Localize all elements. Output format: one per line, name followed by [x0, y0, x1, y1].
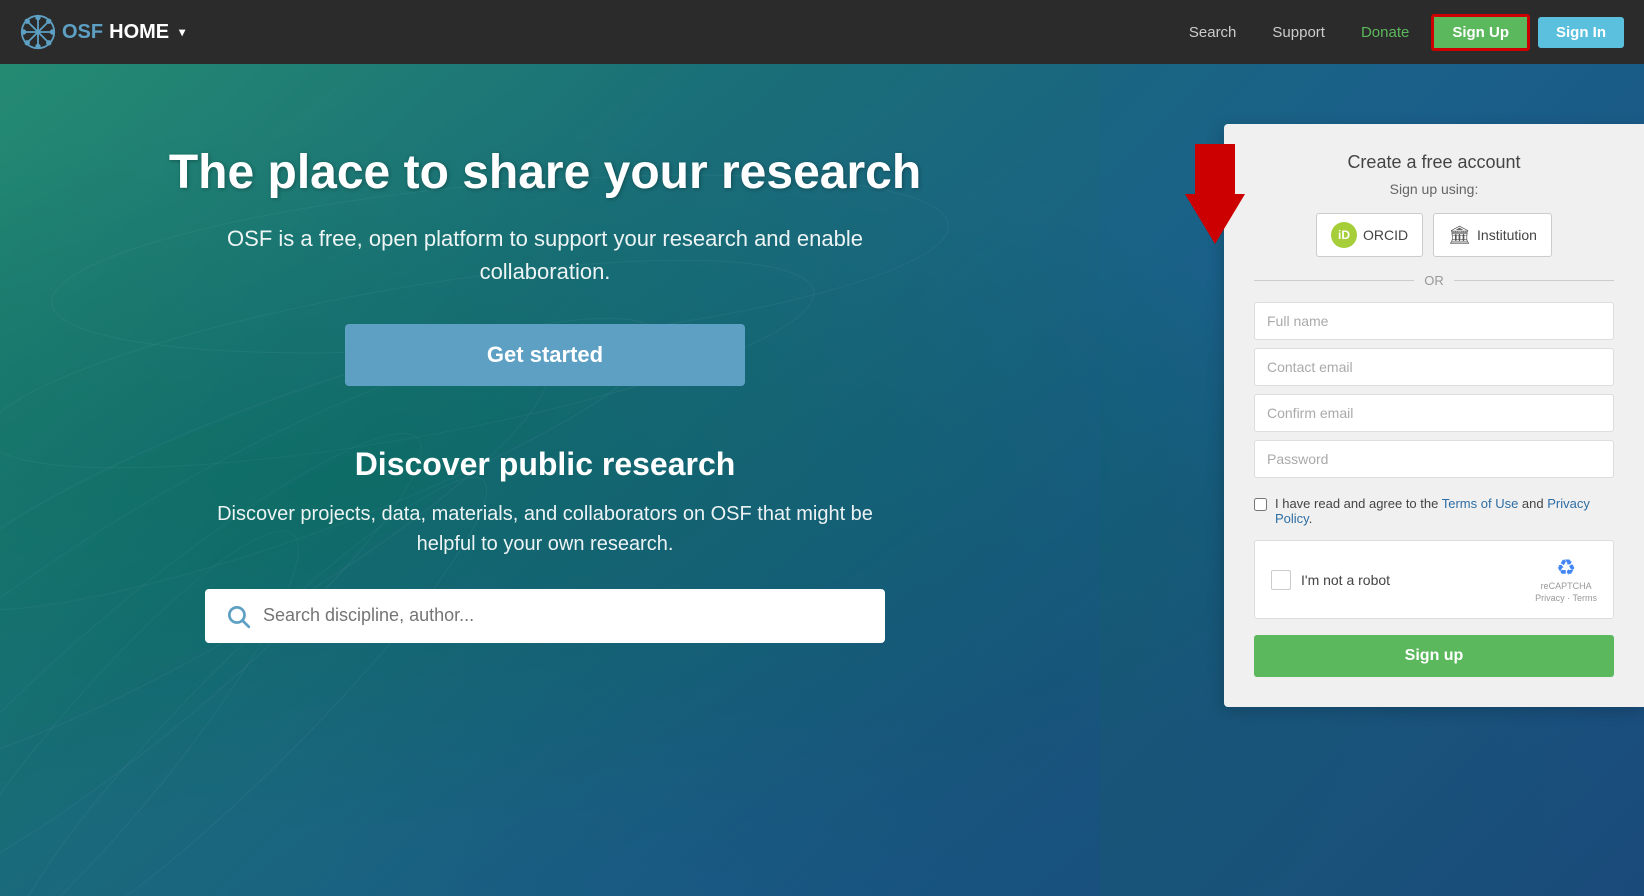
orcid-signup-button[interactable]: iD ORCID	[1316, 213, 1423, 257]
terms-checkbox[interactable]	[1254, 498, 1267, 511]
search-icon	[225, 603, 251, 629]
search-bar	[205, 589, 885, 643]
confirm-email-input[interactable]	[1254, 394, 1614, 432]
institution-icon: 🏛	[1448, 225, 1471, 246]
contact-email-input[interactable]	[1254, 348, 1614, 386]
terms-of-use-link[interactable]: Terms of Use	[1442, 496, 1519, 511]
signup-panel-title: Create a free account	[1254, 152, 1614, 173]
get-started-button[interactable]: Get started	[345, 324, 745, 386]
orcid-label: ORCID	[1363, 227, 1408, 243]
captcha-right: ♻ reCAPTCHA Privacy · Terms	[1535, 555, 1597, 604]
signup-panel-subtitle: Sign up using:	[1254, 181, 1614, 197]
full-name-input[interactable]	[1254, 302, 1614, 340]
recaptcha-brand-text: reCAPTCHA	[1541, 581, 1592, 593]
brand-caret-icon: ▾	[179, 25, 185, 39]
nav-support-link[interactable]: Support	[1258, 18, 1339, 47]
nav-links: Search Support Donate Sign Up Sign In	[1175, 14, 1624, 51]
password-input[interactable]	[1254, 440, 1614, 478]
terms-text: I have read and agree to the Terms of Us…	[1275, 496, 1614, 526]
nav-search-link[interactable]: Search	[1175, 18, 1251, 47]
hero-section: The place to share your research OSF is …	[0, 64, 1644, 896]
brand-osf: OSF	[62, 21, 103, 44]
nav-signup-button[interactable]: Sign Up	[1431, 14, 1530, 51]
red-arrow-annotation	[1185, 144, 1245, 249]
captcha-left: I'm not a robot	[1271, 570, 1390, 590]
search-input[interactable]	[263, 605, 865, 626]
nav-donate-link[interactable]: Donate	[1347, 18, 1423, 47]
signup-panel: Create a free account Sign up using: iD …	[1224, 124, 1644, 707]
hero-title: The place to share your research	[169, 144, 921, 202]
navbar: OSF HOME ▾ Search Support Donate Sign Up …	[0, 0, 1644, 64]
institution-label: Institution	[1477, 227, 1537, 243]
hero-subtitle: OSF is a free, open platform to support …	[195, 222, 895, 288]
institution-signup-button[interactable]: 🏛 Institution	[1433, 213, 1552, 257]
signup-methods: iD ORCID 🏛 Institution	[1254, 213, 1614, 257]
nav-signin-button[interactable]: Sign In	[1538, 17, 1624, 48]
osf-snowflake-icon	[20, 14, 56, 50]
or-divider: OR	[1254, 273, 1614, 288]
captcha-checkbox[interactable]	[1271, 570, 1291, 590]
terms-row: I have read and agree to the Terms of Us…	[1254, 496, 1614, 526]
captcha-label: I'm not a robot	[1301, 572, 1390, 588]
hero-discover-title: Discover public research	[355, 446, 736, 483]
recaptcha-logo-icon: ♻	[1556, 555, 1576, 581]
captcha-box: I'm not a robot ♻ reCAPTCHA Privacy · Te…	[1254, 540, 1614, 619]
signup-form-button[interactable]: Sign up	[1254, 635, 1614, 677]
recaptcha-sub-text: Privacy · Terms	[1535, 593, 1597, 605]
hero-discover-text: Discover projects, data, materials, and …	[205, 499, 885, 559]
brand-home-text: HOME	[109, 21, 169, 44]
orcid-icon: iD	[1331, 222, 1357, 248]
hero-content: The place to share your research OSF is …	[0, 64, 1050, 703]
brand-logo[interactable]: OSF HOME ▾	[20, 14, 185, 50]
